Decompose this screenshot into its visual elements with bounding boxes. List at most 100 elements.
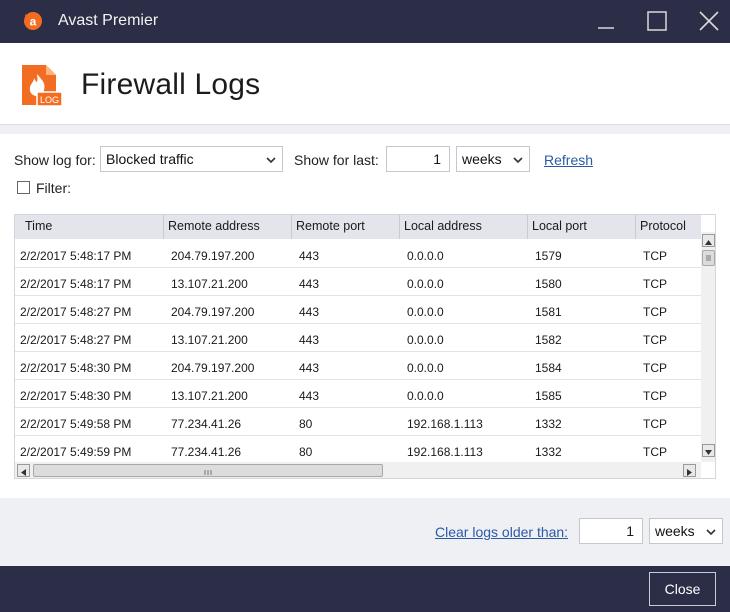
scroll-right-arrow[interactable] <box>683 464 696 477</box>
table-row[interactable]: 2/2/2017 5:48:27 PM 13.107.21.200 443 0.… <box>15 324 701 352</box>
cell-remote-address: 204.79.197.200 <box>171 361 255 375</box>
cell-time: 2/2/2017 5:49:59 PM <box>20 445 132 459</box>
table-row[interactable]: 2/2/2017 5:48:27 PM 204.79.197.200 443 0… <box>15 296 701 324</box>
column-header-remote-port[interactable]: Remote port <box>292 215 400 239</box>
cell-local-address: 192.168.1.113 <box>407 417 483 431</box>
footer-bar: Close <box>0 566 730 612</box>
cell-protocol: TCP <box>643 305 667 319</box>
cell-local-address: 0.0.0.0 <box>407 333 444 347</box>
cell-time: 2/2/2017 5:48:27 PM <box>20 333 132 347</box>
cell-local-port: 1332 <box>535 417 562 431</box>
vertical-scrollbar[interactable] <box>701 232 715 462</box>
scroll-down-arrow[interactable] <box>702 444 715 457</box>
cell-protocol: TCP <box>643 333 667 347</box>
cell-protocol: TCP <box>643 389 667 403</box>
filter-label: Filter: <box>36 180 71 196</box>
cell-remote-port: 443 <box>299 361 320 375</box>
cell-protocol: TCP <box>643 249 667 263</box>
show-last-count-input[interactable]: 1 <box>386 146 450 172</box>
filter-checkbox[interactable] <box>17 181 30 194</box>
horizontal-scrollbar[interactable] <box>15 462 701 478</box>
cell-remote-port: 80 <box>299 417 313 431</box>
column-header-protocol[interactable]: Protocol <box>636 215 701 239</box>
cell-time: 2/2/2017 5:48:17 PM <box>20 249 132 263</box>
triangle-right-icon <box>687 469 692 476</box>
cell-local-address: 0.0.0.0 <box>407 249 444 263</box>
triangle-up-icon <box>705 240 712 245</box>
cell-time: 2/2/2017 5:48:17 PM <box>20 277 132 291</box>
close-window-icon[interactable] <box>694 6 724 36</box>
cell-protocol: TCP <box>643 277 667 291</box>
table-row[interactable]: 2/2/2017 5:49:59 PM 77.234.41.26 80 192.… <box>15 436 701 464</box>
grip-icon <box>706 255 711 261</box>
cell-local-address: 0.0.0.0 <box>407 389 444 403</box>
cell-time: 2/2/2017 5:48:30 PM <box>20 389 132 403</box>
cell-protocol: TCP <box>643 445 667 459</box>
cell-local-port: 1580 <box>535 277 562 291</box>
refresh-link[interactable]: Refresh <box>544 152 593 168</box>
chevron-down-icon <box>706 529 716 536</box>
table-row[interactable]: 2/2/2017 5:48:30 PM 13.107.21.200 443 0.… <box>15 380 701 408</box>
table-row[interactable]: 2/2/2017 5:48:17 PM 13.107.21.200 443 0.… <box>15 268 701 296</box>
show-last-label: Show for last: <box>294 152 379 168</box>
cell-remote-address: 204.79.197.200 <box>171 305 255 319</box>
cell-remote-address: 204.79.197.200 <box>171 249 255 263</box>
cell-remote-port: 443 <box>299 249 320 263</box>
cell-remote-address: 13.107.21.200 <box>171 389 248 403</box>
grip-icon <box>204 470 212 475</box>
log-type-value: Blocked traffic <box>106 151 194 167</box>
cell-protocol: TCP <box>643 361 667 375</box>
svg-text:a: a <box>30 15 37 29</box>
cell-remote-port: 443 <box>299 389 320 403</box>
log-type-select[interactable]: Blocked traffic <box>100 146 283 172</box>
maximize-icon[interactable] <box>642 6 672 36</box>
show-log-label: Show log for: <box>14 152 96 168</box>
page-header: LOG Firewall Logs <box>0 43 730 125</box>
scroll-left-arrow[interactable] <box>17 464 30 477</box>
column-header-local-address[interactable]: Local address <box>400 215 528 239</box>
triangle-left-icon <box>21 469 26 476</box>
title-bar: a Avast Premier <box>0 0 730 43</box>
minimize-icon[interactable] <box>592 6 622 36</box>
cell-remote-port: 443 <box>299 305 320 319</box>
cell-local-port: 1332 <box>535 445 562 459</box>
column-header-local-port[interactable]: Local port <box>528 215 636 239</box>
table-row[interactable]: 2/2/2017 5:48:17 PM 204.79.197.200 443 0… <box>15 240 701 268</box>
cell-local-address: 192.168.1.113 <box>407 445 483 459</box>
vertical-scroll-thumb[interactable] <box>702 250 715 266</box>
clear-logs-link[interactable]: Clear logs older than: <box>435 524 568 540</box>
cell-remote-address: 77.234.41.26 <box>171 445 242 459</box>
cell-local-address: 0.0.0.0 <box>407 361 444 375</box>
cell-local-address: 0.0.0.0 <box>407 305 444 319</box>
horizontal-scroll-thumb[interactable] <box>33 464 383 477</box>
close-button[interactable]: Close <box>649 572 716 606</box>
cell-local-port: 1582 <box>535 333 562 347</box>
cell-protocol: TCP <box>643 417 667 431</box>
cell-remote-port: 443 <box>299 333 320 347</box>
window-title: Avast Premier <box>58 12 159 29</box>
clear-logs-unit-select[interactable]: weeks <box>649 518 723 544</box>
log-badge-text: LOG <box>40 95 59 105</box>
table-row[interactable]: 2/2/2017 5:49:58 PM 77.234.41.26 80 192.… <box>15 408 701 436</box>
column-header-remote-address[interactable]: Remote address <box>164 215 292 239</box>
show-last-unit-select[interactable]: weeks <box>456 146 530 172</box>
chevron-down-icon <box>266 157 276 164</box>
clear-logs-count-input[interactable]: 1 <box>579 518 643 544</box>
cell-local-port: 1585 <box>535 389 562 403</box>
cell-remote-address: 13.107.21.200 <box>171 333 248 347</box>
cell-local-port: 1579 <box>535 249 562 263</box>
firewall-log-table[interactable]: Time Remote address Remote port Local ad… <box>14 214 716 479</box>
scroll-up-arrow[interactable] <box>702 234 715 247</box>
firewall-log-icon: LOG <box>22 65 62 107</box>
page-title: Firewall Logs <box>81 68 261 101</box>
table-header: Time Remote address Remote port Local ad… <box>15 215 701 239</box>
show-last-unit-value: weeks <box>462 151 502 167</box>
table-row[interactable]: 2/2/2017 5:48:30 PM 204.79.197.200 443 0… <box>15 352 701 380</box>
cell-local-address: 0.0.0.0 <box>407 277 444 291</box>
column-header-time[interactable]: Time <box>15 215 164 239</box>
cell-remote-port: 443 <box>299 277 320 291</box>
cell-remote-address: 13.107.21.200 <box>171 277 248 291</box>
cell-time: 2/2/2017 5:48:27 PM <box>20 305 132 319</box>
clear-logs-unit-value: weeks <box>655 523 695 539</box>
triangle-down-icon <box>705 450 712 455</box>
